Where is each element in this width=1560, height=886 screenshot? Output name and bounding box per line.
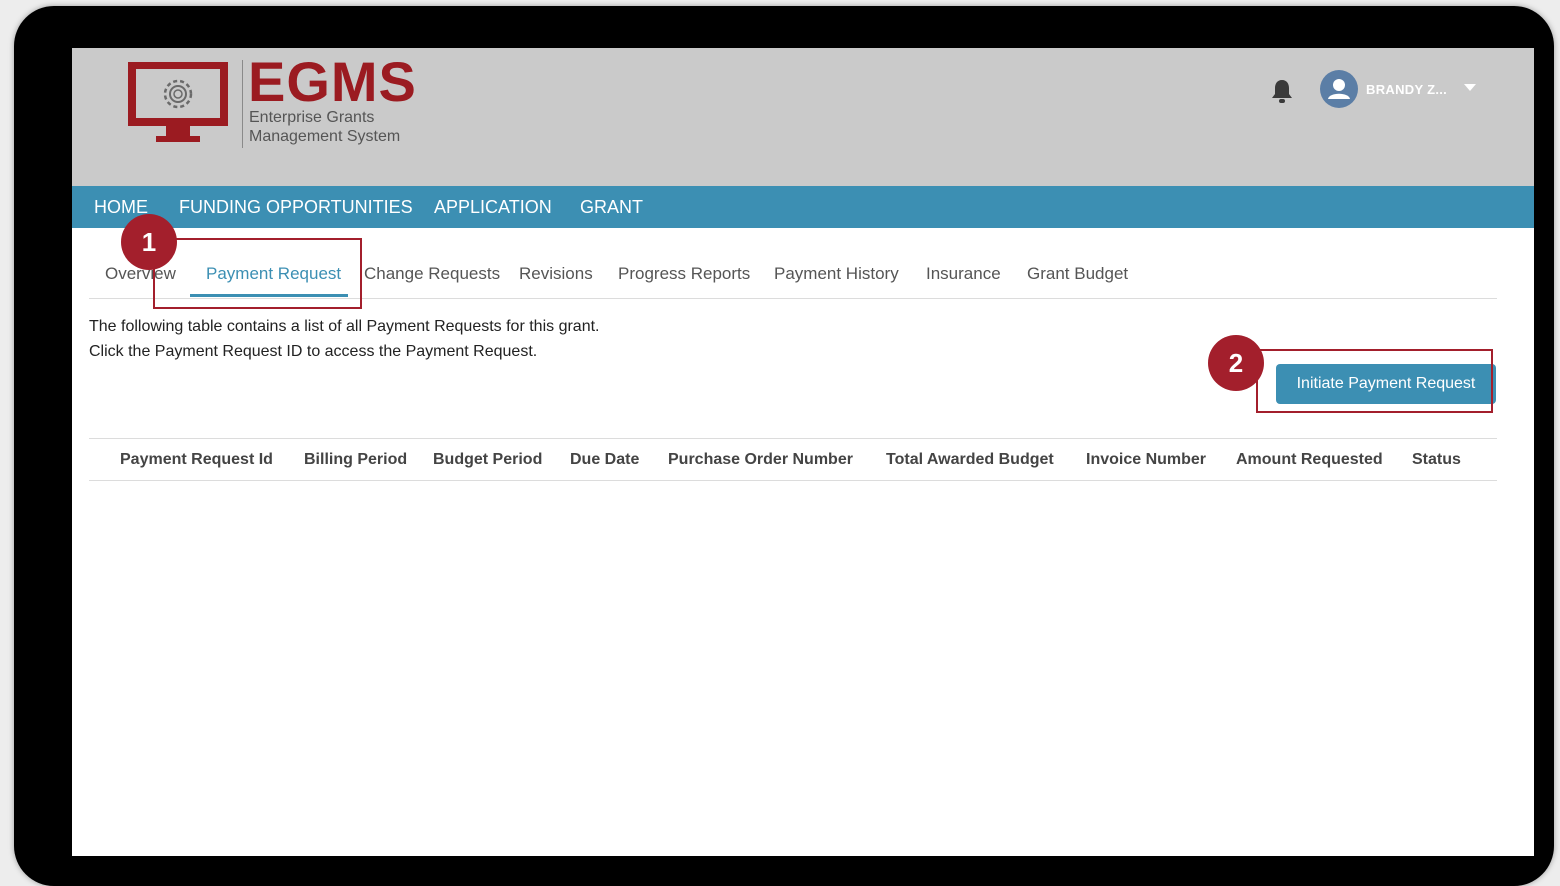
logo-subtitle-line1: Enterprise Grants (249, 109, 375, 126)
callout-badge-2: 2 (1208, 335, 1264, 391)
column-header-status[interactable]: Status (1412, 439, 1461, 480)
column-header-billing-period[interactable]: Billing Period (304, 439, 407, 480)
column-header-purchase-order-number[interactable]: Purchase Order Number (668, 439, 853, 480)
callout-box-2 (1256, 349, 1493, 413)
user-name[interactable]: BRANDY Z... (1366, 82, 1447, 97)
column-header-payment-request-id[interactable]: Payment Request Id (120, 439, 273, 480)
column-header-invoice-number[interactable]: Invoice Number (1086, 439, 1206, 480)
tab-change-requests[interactable]: Change Requests (364, 254, 500, 294)
device-frame: EGMS Enterprise Grants Management System… (14, 6, 1554, 886)
app-screen: EGMS Enterprise Grants Management System… (72, 48, 1534, 856)
notification-bell-icon[interactable] (1270, 78, 1294, 104)
tab-progress-reports[interactable]: Progress Reports (618, 254, 750, 294)
app-header: EGMS Enterprise Grants Management System… (72, 48, 1534, 186)
user-menu-caret-icon[interactable] (1464, 84, 1476, 91)
user-icon (1328, 79, 1350, 99)
column-header-total-awarded-budget[interactable]: Total Awarded Budget (886, 439, 1054, 480)
nav-item-grant[interactable]: GRANT (580, 186, 643, 228)
description-line-1: The following table contains a list of a… (89, 318, 600, 335)
callout-badge-1: 1 (121, 214, 177, 270)
column-header-amount-requested[interactable]: Amount Requested (1236, 439, 1383, 480)
tab-revisions[interactable]: Revisions (519, 254, 593, 294)
user-avatar[interactable] (1320, 70, 1358, 108)
tab-grant-budget[interactable]: Grant Budget (1027, 254, 1128, 294)
table-header-bottom-rule (89, 480, 1497, 481)
logo-subtitle: Enterprise Grants Management System (249, 108, 400, 146)
callout-box-1 (153, 238, 362, 309)
logo-title: EGMS (248, 50, 417, 113)
nav-item-funding-opportunities[interactable]: FUNDING OPPORTUNITIES (179, 186, 413, 228)
description-line-2: Click the Payment Request ID to access t… (89, 343, 538, 360)
logo-subtitle-line2: Management System (249, 128, 401, 145)
column-header-due-date[interactable]: Due Date (570, 439, 639, 480)
logo-divider (242, 60, 243, 148)
tab-insurance[interactable]: Insurance (926, 254, 1001, 294)
nav-item-application[interactable]: APPLICATION (434, 186, 552, 228)
column-header-budget-period[interactable]: Budget Period (433, 439, 542, 480)
main-nav: HOME FUNDING OPPORTUNITIES APPLICATION G… (72, 186, 1534, 228)
tab-payment-history[interactable]: Payment History (774, 254, 899, 294)
monitor-logo-icon (128, 62, 228, 142)
